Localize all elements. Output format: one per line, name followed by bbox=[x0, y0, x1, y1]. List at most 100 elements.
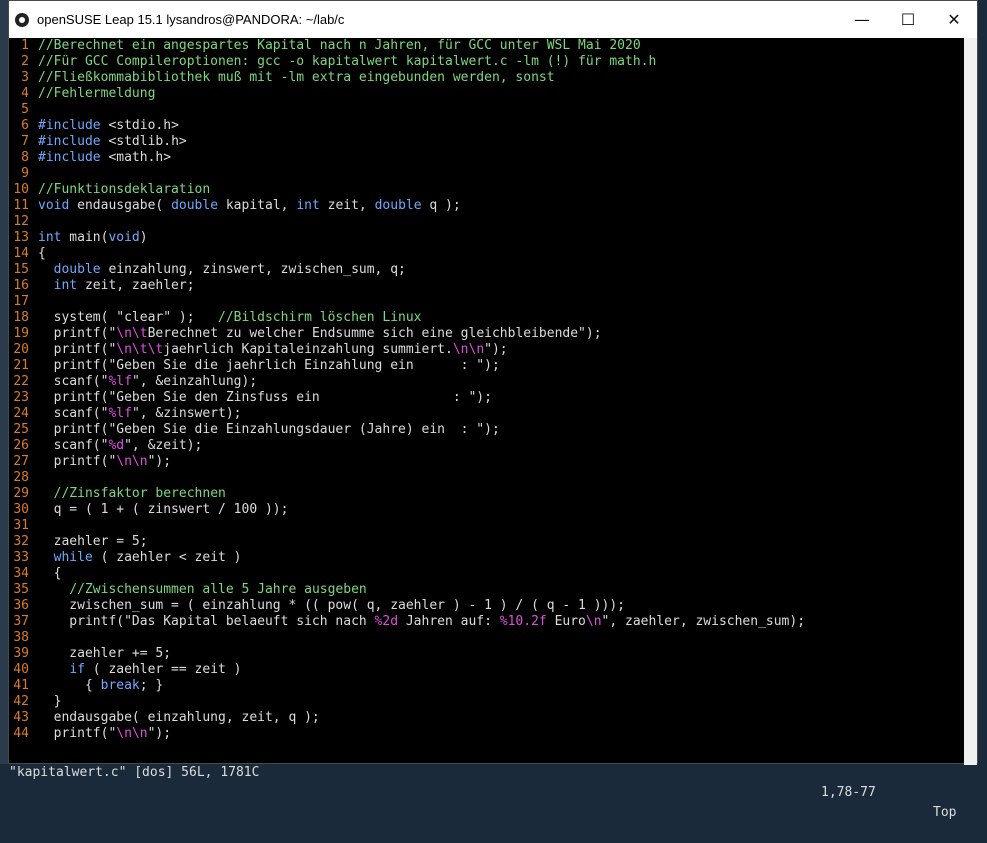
line-number: 2 bbox=[21, 54, 29, 69]
code-token: printf("Geben Sie den Zinsfuss ein : "); bbox=[38, 390, 492, 405]
code-line[interactable]: 32 zaehler = 5; bbox=[9, 534, 965, 550]
code-line[interactable]: 31 bbox=[9, 518, 965, 534]
code-line[interactable]: 9 bbox=[9, 166, 965, 182]
code-token: \n\n bbox=[116, 726, 148, 741]
code-token: <stdio.h> bbox=[108, 118, 179, 133]
code-line[interactable]: 3 //Fließkommabibliothek muß mit -lm extr… bbox=[9, 70, 965, 86]
code-token: } bbox=[38, 694, 62, 709]
line-number: 8 bbox=[21, 150, 29, 165]
code-line[interactable]: 33 while ( zaehler < zeit ) bbox=[9, 550, 965, 566]
code-line[interactable]: 37 printf("Das Kapital belaeuft sich nac… bbox=[9, 614, 965, 630]
code-line[interactable]: 2 //Für GCC Compileroptionen: gcc -o kapi… bbox=[9, 54, 965, 70]
code-token: //Bildschirm löschen Linux bbox=[218, 310, 422, 325]
code-line[interactable]: 10 //Funktionsdeklaration bbox=[9, 182, 965, 198]
code-token: zeit, bbox=[319, 198, 375, 213]
code-line[interactable]: 29 //Zinsfaktor berechnen bbox=[9, 486, 965, 502]
code-line[interactable]: 21 printf("Geben Sie die jaehrlich Einza… bbox=[9, 358, 965, 374]
code-line[interactable]: 36 zwischen_sum = ( einzahlung * (( pow(… bbox=[9, 598, 965, 614]
code-token: while bbox=[53, 550, 93, 565]
code-line[interactable]: 34 { bbox=[9, 566, 965, 582]
code-line[interactable]: 39 zaehler += 5; bbox=[9, 646, 965, 662]
code-line[interactable]: 24 scanf("%lf", &zinswert); bbox=[9, 406, 965, 422]
code-line[interactable]: 13 int main(void) bbox=[9, 230, 965, 246]
code-token: scanf(" bbox=[38, 438, 109, 453]
code-token: printf("Das Kapital belaeuft sich nach bbox=[38, 614, 375, 629]
code-token: Berechnet zu welcher Endsumme sich eine … bbox=[147, 326, 602, 341]
opensuse-app-icon[interactable] bbox=[15, 12, 29, 27]
code-line[interactable]: 44 printf("\n\n"); bbox=[9, 726, 965, 742]
code-line[interactable]: 7 #include <stdlib.h> bbox=[9, 134, 965, 150]
code-line[interactable]: 38 bbox=[9, 630, 965, 646]
code-line[interactable]: 26 scanf("%d", &zeit); bbox=[9, 438, 965, 454]
code-token: printf("Geben Sie die Einzahlungsdauer (… bbox=[38, 422, 500, 437]
code-token: //Funktionsdeklaration bbox=[38, 182, 211, 197]
line-number: 6 bbox=[21, 118, 29, 133]
code-token: endausgabe( einzahlung, zeit, q ); bbox=[38, 710, 320, 725]
close-button[interactable]: ✕ bbox=[931, 1, 977, 38]
code-line[interactable]: 23 printf("Geben Sie den Zinsfuss ein : … bbox=[9, 390, 965, 406]
code-line[interactable]: 25 printf("Geben Sie die Einzahlungsdaue… bbox=[9, 422, 965, 438]
line-number: 32 bbox=[13, 534, 29, 549]
code-token: Euro bbox=[546, 614, 586, 629]
line-number: 7 bbox=[21, 134, 29, 149]
scroll-position: Top bbox=[933, 805, 957, 820]
code-line[interactable]: 16 int zeit, zaehler; bbox=[9, 278, 965, 294]
maximize-button[interactable]: ☐ bbox=[885, 1, 931, 38]
code-token: %2d bbox=[374, 614, 399, 629]
line-number: 13 bbox=[13, 230, 29, 245]
line-number: 44 bbox=[13, 726, 29, 741]
code-token: scanf(" bbox=[38, 374, 109, 389]
code-token: #include bbox=[38, 150, 109, 165]
code-line[interactable]: 18 system( "clear" ); //Bildschirm lösch… bbox=[9, 310, 965, 326]
vertical-scrollbar[interactable] bbox=[964, 38, 977, 765]
code-token: einzahlung, zinswert, zwischen_sum, q; bbox=[100, 262, 406, 277]
code-line[interactable]: 17 bbox=[9, 294, 965, 310]
title-bar[interactable]: openSUSE Leap 15.1 lysandros@PANDORA: ~/… bbox=[9, 1, 977, 38]
code-line[interactable]: 8 #include <math.h> bbox=[9, 150, 965, 166]
code-token: "); bbox=[147, 726, 172, 741]
code-token: \n\t\t bbox=[116, 342, 164, 357]
code-line[interactable]: 4 //Fehlermeldung bbox=[9, 86, 965, 102]
code-line[interactable]: 22 scanf("%lf", &einzahlung); bbox=[9, 374, 965, 390]
code-line[interactable]: 30 q = ( 1 + ( zinswert / 100 )); bbox=[9, 502, 965, 518]
code-token: zeit, zaehler; bbox=[77, 278, 195, 293]
code-token: //Fließkommabibliothek muß mit -lm extra… bbox=[38, 70, 555, 85]
code-token: %lf bbox=[108, 374, 132, 389]
line-number: 23 bbox=[13, 390, 29, 405]
code-line[interactable]: 11 void endausgabe( double kapital, int z… bbox=[9, 198, 965, 214]
code-line[interactable]: 19 printf("\n\tBerechnet zu welcher Ends… bbox=[9, 326, 965, 342]
code-line[interactable]: 20 printf("\n\t\tjaehrlich Kapitaleinzah… bbox=[9, 342, 965, 358]
code-line[interactable]: 12 bbox=[9, 214, 965, 230]
code-token: ) bbox=[139, 230, 148, 245]
code-line[interactable]: 5 bbox=[9, 102, 965, 118]
desktop-background bbox=[0, 0, 8, 764]
code-token: double bbox=[171, 198, 219, 213]
code-token: #include bbox=[38, 118, 109, 133]
code-token: void bbox=[108, 230, 140, 245]
code-token: //Zinsfaktor berechnen bbox=[53, 486, 226, 501]
code-line[interactable]: 15 double einzahlung, zinswert, zwischen… bbox=[9, 262, 965, 278]
line-number: 28 bbox=[13, 470, 29, 485]
minimize-button[interactable]: — bbox=[839, 1, 885, 38]
vim-editor-buffer[interactable]: 1 //Berechnet ein angespartes Kapital nac… bbox=[9, 38, 965, 743]
code-token: \n bbox=[585, 614, 602, 629]
code-line[interactable]: 14 { bbox=[9, 246, 965, 262]
line-number: 19 bbox=[13, 326, 29, 341]
code-line[interactable]: 35 //Zwischensummen alle 5 Jahre ausgebe… bbox=[9, 582, 965, 598]
line-number: 33 bbox=[13, 550, 29, 565]
code-line[interactable]: 27 printf("\n\n"); bbox=[9, 454, 965, 470]
code-line[interactable]: 41 { break; } bbox=[9, 678, 965, 694]
code-line[interactable]: 28 bbox=[9, 470, 965, 486]
code-line[interactable]: 43 endausgabe( einzahlung, zeit, q ); bbox=[9, 710, 965, 726]
code-line[interactable]: 42 } bbox=[9, 694, 965, 710]
code-line[interactable]: 40 if ( zaehler == zeit ) bbox=[9, 662, 965, 678]
code-token: printf(" bbox=[38, 454, 117, 469]
code-line[interactable]: 1 //Berechnet ein angespartes Kapital nac… bbox=[9, 38, 965, 54]
code-token: //Für GCC Compileroptionen: gcc -o kapit… bbox=[38, 54, 657, 69]
code-token: system( "clear" ); bbox=[38, 310, 219, 325]
code-line[interactable]: 6 #include <stdio.h> bbox=[9, 118, 965, 134]
code-token: ", &zeit); bbox=[124, 438, 203, 453]
